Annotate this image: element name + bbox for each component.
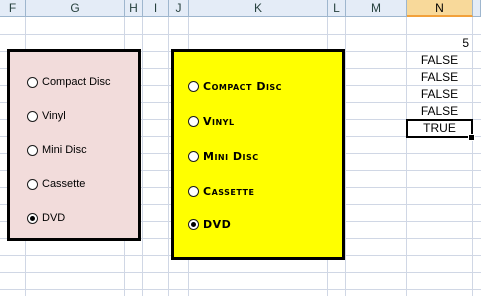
column-header-h[interactable]: H xyxy=(125,0,143,17)
option-vinyl[interactable]: Vinyl xyxy=(188,115,235,128)
radio-button-icon[interactable] xyxy=(27,76,38,88)
column-header-l[interactable]: L xyxy=(328,0,346,17)
option-group-activex-controls: Compact Disc Vinyl Mini Disc Cassette DV… xyxy=(171,49,345,260)
option-mini-disc[interactable]: Mini Disc xyxy=(27,144,87,156)
column-header-g[interactable]: G xyxy=(26,0,125,17)
radio-button-icon[interactable] xyxy=(188,219,199,230)
column-header-o[interactable] xyxy=(473,0,481,17)
option-label: Compact Disc xyxy=(42,76,111,88)
radio-button-icon[interactable] xyxy=(27,178,38,190)
cell-n-value[interactable]: FALSE xyxy=(407,69,472,86)
option-compact-disc[interactable]: Compact Disc xyxy=(188,80,282,93)
option-label: Compact Disc xyxy=(203,80,283,93)
option-label: Cassette xyxy=(42,178,86,190)
option-label: Vinyl xyxy=(42,110,66,122)
cell-n-value[interactable]: FALSE xyxy=(407,103,472,120)
column-header-n[interactable]: N xyxy=(407,0,473,17)
option-dvd[interactable]: DVD xyxy=(27,212,65,224)
gridline xyxy=(0,289,481,290)
option-label: Mini Disc xyxy=(42,144,87,156)
radio-button-icon[interactable] xyxy=(188,116,199,127)
option-label: DVD xyxy=(42,212,66,224)
option-dvd[interactable]: DVD xyxy=(188,218,231,231)
cell-n-index[interactable]: 5 xyxy=(407,35,469,52)
option-compact-disc[interactable]: Compact Disc xyxy=(27,76,110,88)
option-label: Cassette xyxy=(203,185,255,198)
option-group-form-controls: Compact Disc Vinyl Mini Disc Cassette DV… xyxy=(7,49,141,241)
column-header-i[interactable]: I xyxy=(143,0,169,17)
option-label: Mini Disc xyxy=(203,150,259,163)
column-header-m[interactable]: M xyxy=(346,0,407,17)
fill-handle[interactable] xyxy=(468,134,475,141)
radio-button-icon[interactable] xyxy=(27,110,38,122)
radio-button-icon[interactable] xyxy=(27,212,38,224)
option-cassette[interactable]: Cassette xyxy=(188,185,254,198)
option-mini-disc[interactable]: Mini Disc xyxy=(188,150,259,163)
gridline xyxy=(0,272,481,273)
option-vinyl[interactable]: Vinyl xyxy=(27,110,66,122)
column-header-k[interactable]: K xyxy=(189,0,328,17)
radio-button-icon[interactable] xyxy=(188,151,199,162)
column-header-f[interactable]: F xyxy=(0,0,26,17)
selected-cell[interactable]: TRUE xyxy=(406,119,473,138)
cell-n-value[interactable]: FALSE xyxy=(407,52,472,69)
option-cassette[interactable]: Cassette xyxy=(27,178,85,190)
radio-button-icon[interactable] xyxy=(188,81,199,92)
option-label: DVD xyxy=(203,218,232,231)
radio-button-icon[interactable] xyxy=(27,144,38,156)
column-header-j[interactable]: J xyxy=(169,0,189,17)
cell-n-value[interactable]: FALSE xyxy=(407,86,472,103)
radio-button-icon[interactable] xyxy=(188,186,199,197)
option-label: Vinyl xyxy=(203,115,235,128)
